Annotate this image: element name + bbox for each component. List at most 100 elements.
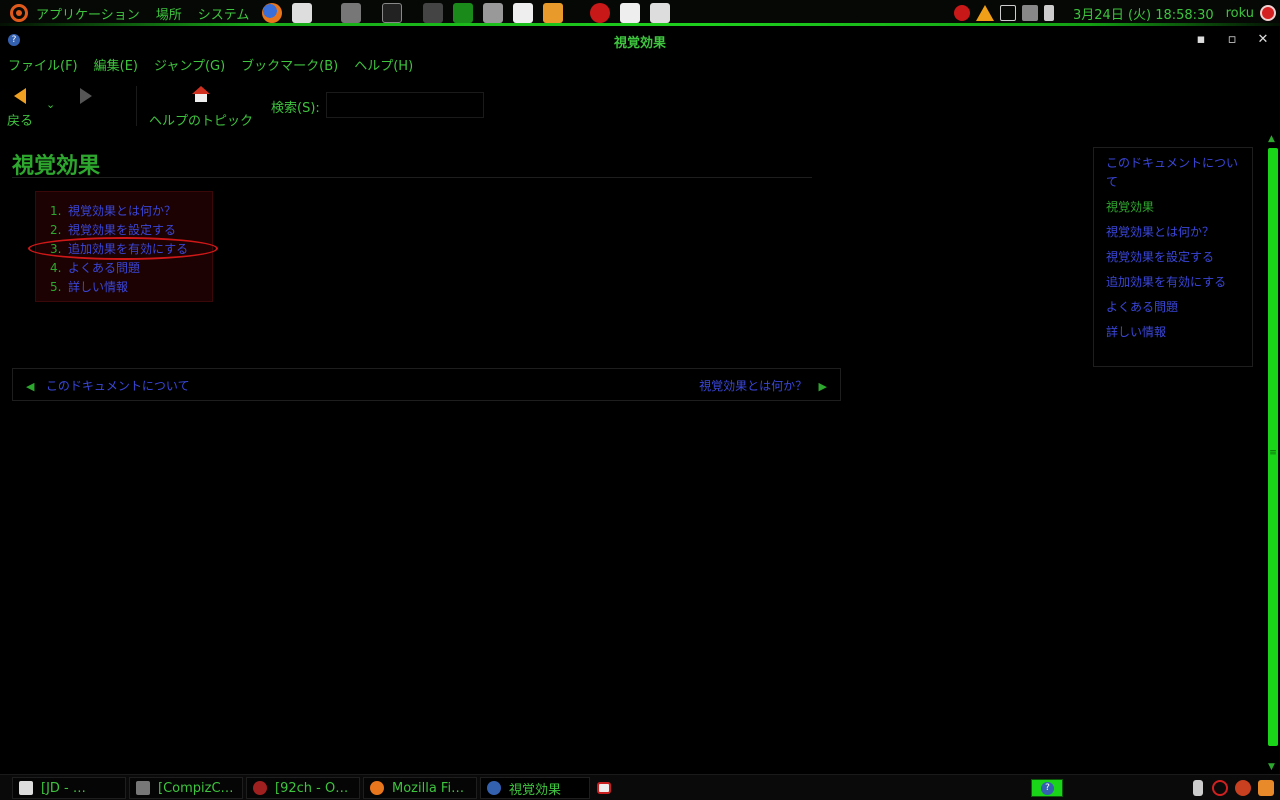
menu-edit[interactable]: 編集(E) [94, 55, 138, 74]
taskbar-item-opera[interactable]: [92ch - O… [246, 777, 360, 799]
title-divider [12, 177, 812, 178]
taskbar-item-label: [JD - … [41, 780, 86, 796]
nav-prev-label: このドキュメントについて [45, 379, 190, 393]
trash-icon[interactable] [1258, 780, 1274, 796]
presentation-icon[interactable] [543, 3, 564, 23]
taskbar-item-firefox[interactable]: Mozilla Fi… [363, 777, 477, 799]
menubar: ファイル(F) 編集(E) ジャンプ(G) ブックマーク(B) ヘルプ(H) [0, 52, 1280, 76]
bottom-panel: [JD - … [CompizC… [92ch - O… Mozilla Fi…… [0, 774, 1280, 800]
toc-link-more-information[interactable]: 詳しい情報 [68, 278, 128, 295]
toc-number: 2. [50, 222, 62, 237]
windows-icon[interactable] [1000, 5, 1016, 21]
top-panel: アプリケーション 場所 システム 3月24日 (火) 18:58:30 roku [0, 0, 1280, 26]
vertical-scrollbar[interactable]: ▲ ≡ ▼ [1266, 134, 1280, 774]
close-button[interactable]: ✕ [1254, 31, 1272, 49]
camera-icon[interactable] [483, 3, 504, 23]
sidebar-item-visual-effects: 視覚効果 [1106, 200, 1155, 214]
back-label: 戻る [6, 114, 33, 129]
toc-item: 4. よくある問題 [50, 258, 212, 277]
workspace-switcher[interactable]: ? [1031, 779, 1063, 797]
gear-alert-icon[interactable] [1235, 780, 1251, 796]
taskbar-item-label: 視覚効果 [509, 782, 562, 798]
calculator-icon[interactable] [341, 3, 362, 23]
jdownloader-icon[interactable] [620, 3, 641, 23]
help-app-icon [487, 781, 501, 795]
scroll-grip-icon: ≡ [1269, 448, 1277, 458]
opera-icon[interactable] [590, 3, 611, 23]
taskbar-item-label: Mozilla Fi… [392, 780, 465, 796]
search-input[interactable] [326, 92, 484, 118]
nav-next-link[interactable]: 視覚効果とは何か？ ▶ [699, 377, 827, 394]
top-menu-system[interactable]: システム [198, 4, 250, 23]
toc-number: 4. [50, 260, 62, 275]
toc-number: 1. [50, 203, 62, 218]
menu-help[interactable]: ヘルプ(H) [354, 55, 413, 74]
compiz-icon [136, 781, 150, 795]
notes-icon[interactable] [650, 3, 671, 23]
toc-number: 5. [50, 279, 62, 294]
toc-item: 1. 視覚効果とは何か？ [50, 201, 212, 220]
system-monitor-icon[interactable] [423, 3, 444, 23]
sidebar-item-what-is-visual-effects[interactable]: 視覚効果とは何か？ [1106, 223, 1240, 242]
nav-prev-link[interactable]: ◀ このドキュメントについて [26, 377, 190, 394]
toc-link-what-is-visual-effects[interactable]: 視覚効果とは何か？ [68, 202, 176, 219]
firefox-icon [370, 781, 384, 795]
taskbar-item-compizconfig[interactable]: [CompizC… [129, 777, 243, 799]
toc-link-configure-visual-effects[interactable]: 視覚効果を設定する [68, 221, 176, 238]
toolbar-separator [136, 86, 137, 126]
clock[interactable]: 3月24日 (火) 18:58:30 [1073, 4, 1214, 23]
sidebar-navigation: このドキュメントについて 視覚効果 視覚効果とは何か？ 視覚効果を設定する 追加… [1093, 147, 1253, 367]
scroll-down-arrow-icon[interactable]: ▼ [1268, 762, 1275, 772]
scroll-up-arrow-icon[interactable]: ▲ [1268, 134, 1275, 144]
username[interactable]: roku [1226, 6, 1254, 21]
top-menu-places[interactable]: 場所 [156, 4, 182, 23]
text-editor-icon[interactable] [513, 3, 534, 23]
menu-file[interactable]: ファイル(F) [8, 55, 78, 74]
red-highlight-ellipse [28, 237, 218, 260]
taskbar-item-label: [92ch - O… [275, 780, 349, 796]
back-history-chevron-icon[interactable]: ⌄ [46, 98, 55, 111]
plug-icon[interactable] [1193, 780, 1203, 796]
pager-help-icon: ? [1041, 782, 1054, 795]
toc-link-common-problems[interactable]: よくある問題 [68, 259, 140, 276]
back-arrow-icon [14, 88, 26, 104]
no-entry-icon[interactable] [1212, 780, 1228, 796]
back-button[interactable]: 戻る [6, 88, 34, 129]
system-tray: 3月24日 (火) 18:58:30 roku [951, 0, 1280, 26]
power-icon[interactable] [1260, 5, 1276, 21]
toc-item: 5. 詳しい情報 [50, 277, 212, 296]
sidebar-item-common-problems[interactable]: よくある問題 [1106, 298, 1240, 317]
terminal-icon[interactable] [382, 3, 403, 23]
tray-opera-icon[interactable] [954, 5, 970, 21]
sidebar-item-more-information[interactable]: 詳しい情報 [1106, 323, 1240, 342]
taskbar-item-jdownloader[interactable]: [JD - … [12, 777, 126, 799]
firefox-icon[interactable] [262, 3, 283, 23]
menu-bookmarks[interactable]: ブックマーク(B) [241, 55, 338, 74]
show-desktop-icon[interactable] [597, 782, 611, 794]
mail-icon[interactable] [292, 3, 313, 23]
window-titlebar[interactable]: ? 視覚効果 ▪ ▫ ✕ [0, 29, 1280, 51]
maximize-button[interactable]: ▫ [1223, 31, 1241, 49]
forward-arrow-icon [80, 88, 92, 104]
activity-monitor-icon[interactable] [453, 3, 474, 23]
opera-icon [253, 781, 267, 795]
network-icon[interactable] [1022, 5, 1038, 21]
taskbar-item-help[interactable]: 視覚効果 [480, 777, 590, 799]
minimize-button[interactable]: ▪ [1192, 31, 1210, 49]
forward-button[interactable] [76, 88, 96, 104]
help-topics-button[interactable]: ヘルプのトピック [148, 86, 254, 129]
volume-icon[interactable] [1044, 5, 1054, 21]
sidebar-item-about-document[interactable]: このドキュメントについて [1106, 154, 1240, 192]
top-menu-applications[interactable]: アプリケーション [36, 4, 140, 23]
warning-icon[interactable] [976, 5, 994, 21]
taskbar-item-label: [CompizC… [158, 780, 234, 796]
sidebar-item-enable-extra-effects[interactable]: 追加効果を有効にする [1106, 273, 1240, 292]
prev-triangle-icon: ◀ [26, 380, 35, 393]
ubuntu-logo-icon[interactable] [10, 4, 28, 22]
scroll-thumb[interactable]: ≡ [1268, 148, 1278, 746]
menu-jump[interactable]: ジャンプ(G) [154, 55, 225, 74]
home-icon [192, 86, 210, 102]
toolbar: 戻る ⌄ ヘルプのトピック 検索(S): [0, 80, 1280, 132]
sidebar-item-configure-visual-effects[interactable]: 視覚効果を設定する [1106, 248, 1240, 267]
page-navigation: ◀ このドキュメントについて 視覚効果とは何か？ ▶ [12, 368, 841, 401]
